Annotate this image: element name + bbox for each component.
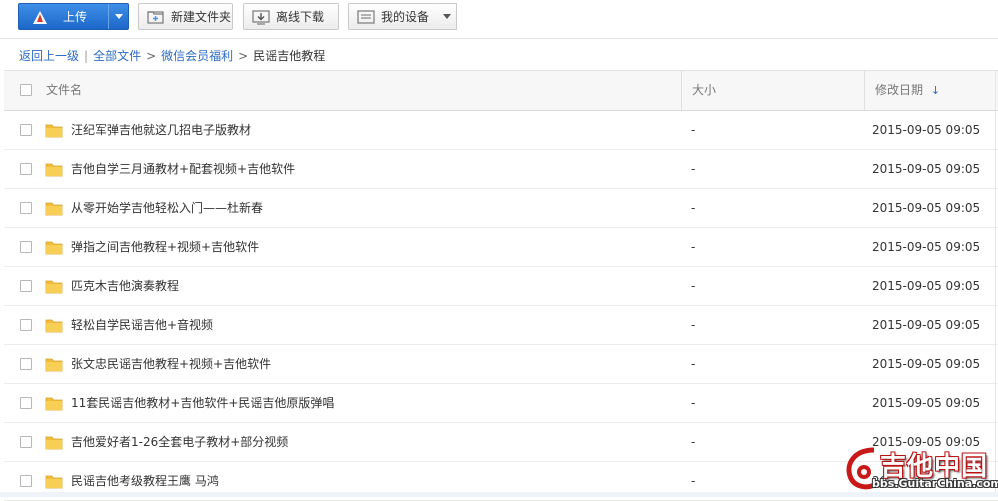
file-name-link[interactable]: 张文忠民谣吉他教程+视频+吉他软件 <box>71 345 271 384</box>
file-size: - <box>691 396 696 410</box>
upload-label: 上传 <box>63 10 88 24</box>
table-row[interactable]: 轻松自学民谣吉他+音视频 - 2015-09-05 09:05 <box>4 306 998 345</box>
folder-icon <box>45 124 63 138</box>
file-size: - <box>691 162 696 176</box>
row-checkbox[interactable] <box>20 475 32 487</box>
select-all-checkbox[interactable] <box>20 84 32 96</box>
file-name-link[interactable]: 匹克木吉他演奏教程 <box>71 267 179 306</box>
folder-icon <box>45 319 63 333</box>
file-size: - <box>691 435 696 449</box>
file-name-link[interactable]: 吉他自学三月通教材+配套视频+吉他软件 <box>71 150 295 189</box>
file-list: 汪纪军弹吉他就这几招电子版教材 -2015-09-05 09:05 吉他自学三月通教… <box>4 111 998 501</box>
file-name-link[interactable]: 11套民谣吉他教材+吉他软件+民谣吉他原版弹唱 <box>71 384 334 423</box>
table-row[interactable]: 汪纪军弹吉他就这几招电子版教材 - 2015-09-05 09:05 <box>4 111 998 150</box>
file-modified-date: 2015-09-05 09:05 <box>872 279 981 293</box>
file-size: - <box>691 123 696 137</box>
file-name-link[interactable]: 从零开始学吉他轻松入门——杜新春 <box>71 189 263 228</box>
breadcrumb-all-files[interactable]: 全部文件 <box>93 49 141 63</box>
table-row[interactable]: 从零开始学吉他轻松入门——杜新春 - 2015-09-05 09:05 <box>4 189 998 228</box>
file-modified-date: 2015-09-05 09:05 <box>872 396 981 410</box>
row-checkbox[interactable] <box>20 319 32 331</box>
row-checkbox[interactable] <box>20 241 32 253</box>
table-row[interactable]: 张文忠民谣吉他教程+视频+吉他软件 - 2015-09-05 09:05 <box>4 345 998 384</box>
table-row[interactable]: 11套民谣吉他教材+吉他软件+民谣吉他原版弹唱 - 2015-09-05 09:05 <box>4 384 998 423</box>
folder-icon <box>45 358 63 372</box>
breadcrumb-current: 民谣吉他教程 <box>253 49 326 63</box>
file-name-link[interactable]: 弹指之间吉他教程+视频+吉他软件 <box>71 228 259 267</box>
folder-icon <box>45 436 63 450</box>
device-icon <box>357 9 375 24</box>
folder-icon <box>45 280 63 294</box>
row-checkbox[interactable] <box>20 436 32 448</box>
right-border <box>995 70 996 497</box>
breadcrumb-arrow: > <box>238 49 249 63</box>
row-checkbox[interactable] <box>20 397 32 409</box>
chevron-down-icon <box>114 14 123 19</box>
column-name[interactable]: 文件名 <box>46 71 82 110</box>
row-checkbox[interactable] <box>20 124 32 136</box>
upload-dropdown-button[interactable] <box>108 4 128 29</box>
row-checkbox[interactable] <box>20 280 32 292</box>
devices-dropdown-button[interactable] <box>438 3 457 30</box>
new-folder-label: 新建文件夹 <box>171 10 232 24</box>
bottom-bar <box>0 492 998 497</box>
my-devices-button[interactable]: 我的设备 <box>348 3 439 30</box>
folder-icon <box>45 241 63 255</box>
breadcrumb: 返回上一级 | 全部文件 > 微信会员福利 > 民谣吉他教程 <box>19 47 325 65</box>
file-size: - <box>691 318 696 332</box>
file-modified-date: 2015-09-05 09:05 <box>872 123 981 137</box>
file-modified-date: 2015-09-05 09:05 <box>872 201 981 215</box>
toolbar: 上传 新建文件夹 离线下载 我的设备 <box>0 0 998 38</box>
folder-icon <box>45 163 63 177</box>
new-folder-icon <box>147 10 164 24</box>
file-name-link[interactable]: 汪纪军弹吉他就这几招电子版教材 <box>71 111 251 150</box>
upload-button[interactable]: 上传 <box>18 3 129 30</box>
file-size: - <box>691 240 696 254</box>
upload-icon <box>33 10 47 24</box>
column-divider <box>864 71 865 110</box>
table-row[interactable]: 匹克木吉他演奏教程 - 2015-09-05 09:05 <box>4 267 998 306</box>
offline-download-button[interactable]: 离线下载 <box>243 3 339 30</box>
file-name-link[interactable]: 吉他爱好者1-26全套电子教材+部分视频 <box>71 423 288 462</box>
toolbar-divider <box>0 38 998 39</box>
file-modified-date: 2015-09-05 09:05 <box>872 318 981 332</box>
download-icon <box>252 9 270 25</box>
column-size[interactable]: 大小 <box>692 71 716 110</box>
chevron-down-icon <box>443 14 451 19</box>
watermark-url: bbs.GuitarChina.com <box>872 477 998 490</box>
file-size: - <box>691 357 696 371</box>
file-size: - <box>691 279 696 293</box>
folder-icon <box>45 202 63 216</box>
breadcrumb-parent[interactable]: 微信会员福利 <box>161 49 233 63</box>
column-modified[interactable]: 修改日期 ↓ <box>875 71 940 110</box>
table-row[interactable]: 弹指之间吉他教程+视频+吉他软件 - 2015-09-05 09:05 <box>4 228 998 267</box>
file-modified-date: 2015-09-05 09:05 <box>872 357 981 371</box>
my-devices-label: 我的设备 <box>381 10 430 24</box>
row-checkbox[interactable] <box>20 202 32 214</box>
file-modified-date: 2015-09-05 09:05 <box>872 162 981 176</box>
offline-download-label: 离线下载 <box>276 10 325 24</box>
file-modified-date: 2015-09-05 09:05 <box>872 240 981 254</box>
breadcrumb-separator: | <box>84 49 89 63</box>
breadcrumb-arrow: > <box>146 49 157 63</box>
file-name-link[interactable]: 轻松自学民谣吉他+音视频 <box>71 306 213 345</box>
watermark: 吉他中国 bbs.GuitarChina.com <box>842 444 998 497</box>
file-size: - <box>691 201 696 215</box>
column-divider <box>681 71 682 110</box>
row-checkbox[interactable] <box>20 358 32 370</box>
column-modified-label: 修改日期 <box>875 83 924 97</box>
row-checkbox[interactable] <box>20 163 32 175</box>
folder-icon <box>45 475 63 489</box>
back-link[interactable]: 返回上一级 <box>19 49 79 63</box>
folder-icon <box>45 397 63 411</box>
table-header: 文件名 大小 修改日期 ↓ <box>4 70 998 111</box>
table-row[interactable]: 吉他自学三月通教材+配套视频+吉他软件 - 2015-09-05 09:05 <box>4 150 998 189</box>
new-folder-button[interactable]: 新建文件夹 <box>138 3 233 30</box>
sort-down-icon: ↓ <box>930 84 941 97</box>
